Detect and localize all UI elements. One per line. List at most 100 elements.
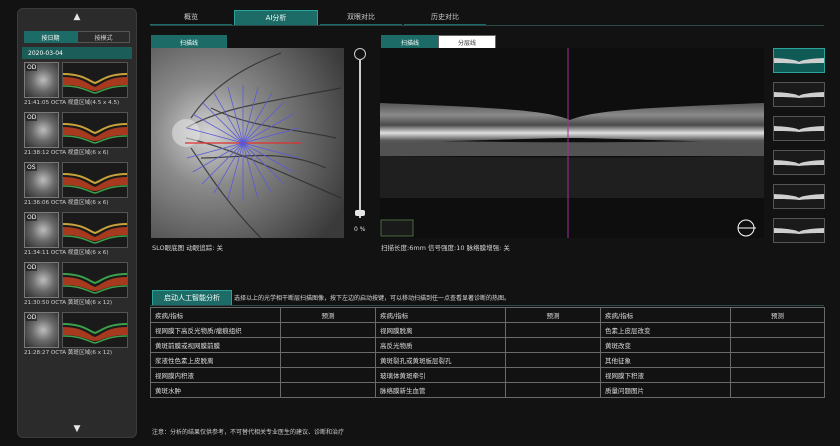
bscan-thumbnail[interactable] [773,48,825,73]
scan-caption: 21:30:50 OCTA 黄斑区域(6 x 12) [24,300,113,306]
disease-cell: 高反光物质 [375,337,506,353]
scan-caption: 21:38:12 OCTA 视盘区域(6 x 6) [24,150,109,156]
table-row: 黄斑前膜或视网膜前膜 高反光物质 黄斑改变 [150,337,825,353]
scan-list-item[interactable]: OD 21:30:50 OCTA 黄斑区域(6 x 12) [24,262,132,309]
header-disease: 疾病/指标 [150,307,281,323]
header-prediction: 预测 [280,307,376,323]
fundus-thumbnail: OD [24,212,59,248]
scan-pattern-overlay [185,85,301,201]
tab-by-date[interactable]: 按日期 [24,31,77,43]
header-disease: 疾病/指标 [600,307,731,323]
disease-cell: 视网膜下高反光物质/瘤痕组织 [150,322,281,338]
fundus-thumbnail: OD [24,112,59,148]
disease-cell: 质量问题图片 [600,382,731,398]
oct-thumbnail [62,162,128,198]
prediction-cell [730,382,825,398]
scan-history-sidebar: ▲ 按日期 按模式 2020-03-04 OD 21:41:05 OCTA 视盘区… [17,8,137,438]
eye-label: OD [26,114,38,121]
bscan-thumbnail[interactable] [773,116,825,141]
fundus-thumbnail: OD [24,312,59,348]
bscan-layer-tab[interactable]: 分层线 [438,35,496,49]
sidebar-tabs: 按日期 按模式 [24,31,130,43]
disease-cell: 玻璃体黄斑牵引 [375,367,506,383]
disclaimer-note: 注意：分析的结果仅供参考，不可替代相关专业医生的建议、诊断和治疗 [152,429,345,436]
scroll-up-icon[interactable]: ▲ [18,9,136,25]
slo-fundus-image[interactable] [151,48,344,238]
bscan-thumbnail-list [773,48,825,252]
disease-cell: 视网膜下积液 [600,367,731,383]
disease-cell: 浆液性色素上皮脱离 [150,352,281,368]
disease-cell: 色素上皮层改变 [600,322,731,338]
scan-list-item[interactable]: OD 21:38:12 OCTA 视盘区域(6 x 6) [24,112,132,159]
disease-cell: 黄斑改变 [600,337,731,353]
scan-list-item[interactable]: OS 21:36:06 OCTA 视盘区域(6 x 6) [24,162,132,209]
oct-thumbnail [62,212,128,248]
prediction-cell [280,322,376,338]
disease-cell: 黄斑前膜或视网膜前膜 [150,337,281,353]
oct-bscan-image[interactable] [380,48,764,238]
eye-label: OS [26,164,37,171]
prediction-cell [730,322,825,338]
table-row: 黄斑水肿 脉络膜新生血管 质量问题图片 [150,382,825,398]
table-row: 视网膜内积液 玻璃体黄斑牵引 视网膜下积液 [150,367,825,383]
table-header-row: 疾病/指标 预测 疾病/指标 预测 疾病/指标 预测 [150,307,825,323]
scroll-down-icon[interactable]: ▼ [18,421,136,437]
bscan-thumbnail[interactable] [773,218,825,243]
eye-label: OD [26,314,38,321]
header-prediction: 预测 [730,307,825,323]
eye-label: OD [26,264,38,271]
prediction-cell [280,352,376,368]
tab-by-mode[interactable]: 按模式 [77,31,130,43]
scan-caption: 21:28:27 OCTA 黄斑区域(6 x 12) [24,350,113,356]
slider-handle[interactable] [355,210,365,216]
scan-caption: 21:36:06 OCTA 视盘区域(6 x 6) [24,200,109,206]
disease-cell: 视网膜脱离 [375,322,506,338]
oct-thumbnail [62,112,128,148]
tab-binocular-compare[interactable]: 双眼对比 [320,10,402,25]
scan-caption: 21:41:05 OCTA 视盘区域(4.5 x 4.5) [24,100,120,106]
slo-scanline-tab[interactable]: 扫描线 [151,35,227,49]
prediction-cell [280,367,376,383]
tab-overview[interactable]: 概览 [150,10,232,25]
bscan-scanline-tab[interactable]: 扫描线 [381,35,439,49]
scan-list-item[interactable]: OD 21:41:05 OCTA 视盘区域(4.5 x 4.5) [24,62,132,109]
disease-cell: 黄斑裂孔或黄斑板层裂孔 [375,352,506,368]
bscan-caption: 扫描长度:6mm 信号强度:10 脉络膜增强: 关 [381,244,510,252]
eye-label: OD [26,214,38,221]
disease-cell: 黄斑水肿 [150,382,281,398]
bscan-thumbnail[interactable] [773,184,825,209]
prediction-cell [505,382,601,398]
prediction-cell [505,352,601,368]
prediction-cell [505,322,601,338]
start-ai-analysis-button[interactable]: 启动人工智能分析 [152,290,232,306]
table-row: 视网膜下高反光物质/瘤痕组织 视网膜脱离 色素上皮层改变 [150,322,825,338]
divider [150,25,824,26]
divider [150,305,824,306]
prediction-cell [730,367,825,383]
bscan-svg [380,48,764,238]
tab-ai-analysis[interactable]: AI分析 [234,10,318,26]
disease-cell: 视网膜内积液 [150,367,281,383]
date-group-header[interactable]: 2020-03-04 [22,47,132,59]
fundus-thumbnail: OD [24,62,59,98]
oct-thumbnail [62,262,128,298]
brightness-value: 0 % [354,226,366,233]
slider-track[interactable] [359,60,361,218]
bscan-thumbnail[interactable] [773,150,825,175]
prediction-cell [730,352,825,368]
header-prediction: 预测 [505,307,601,323]
scan-list-item[interactable]: OD 21:28:27 OCTA 黄斑区域(6 x 12) [24,312,132,359]
slo-caption: SLO眼底图 动眼追踪: 关 [152,244,223,252]
bscan-thumbnail[interactable] [773,82,825,107]
prediction-cell [280,337,376,353]
scan-caption: 21:34:11 OCTA 视盘区域(6 x 6) [24,250,109,256]
tab-history-compare[interactable]: 历史对比 [404,10,486,25]
oct-thumbnail [62,62,128,98]
scan-list-item[interactable]: OD 21:34:11 OCTA 视盘区域(6 x 6) [24,212,132,259]
header-disease: 疾病/指标 [375,307,506,323]
fundus-thumbnail: OD [24,262,59,298]
brightness-slider[interactable]: 0 % [350,48,370,238]
disease-cell: 其他征象 [600,352,731,368]
eye-label: OD [26,64,38,71]
oct-thumbnail [62,312,128,348]
